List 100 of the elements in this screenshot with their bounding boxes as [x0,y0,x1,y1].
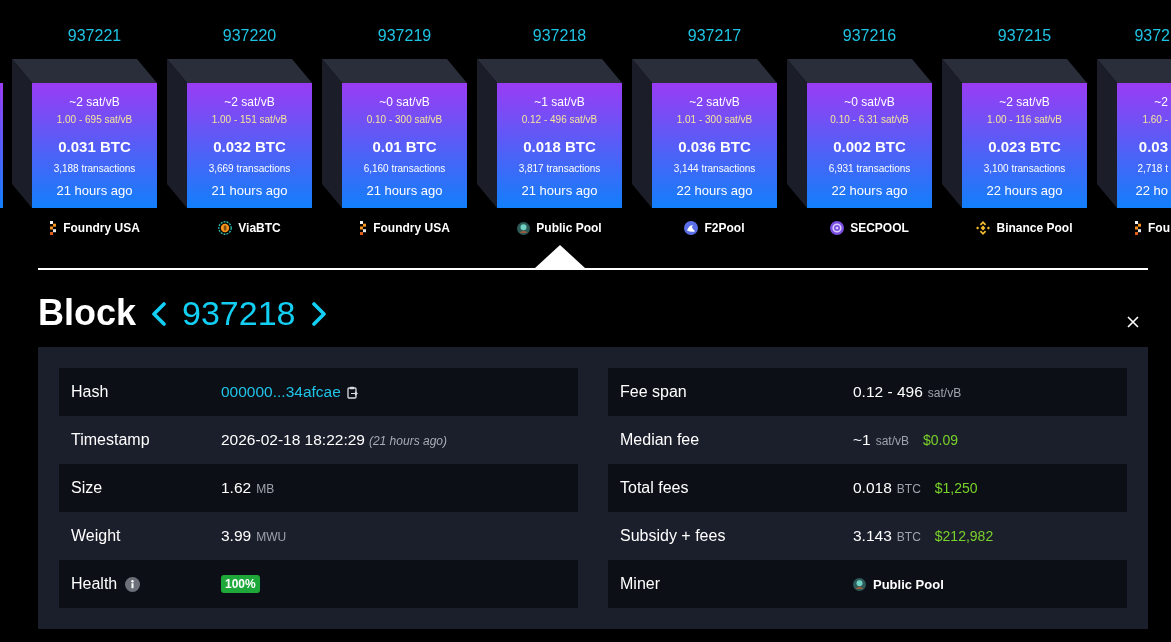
block-cube[interactable] [167,59,312,208]
block-time: 22 hours ago [986,183,1063,199]
block-height-link[interactable]: 9372 [1134,26,1170,46]
total-fees: 0.031 BTC [58,138,131,156]
block-height-link[interactable]: 937219 [377,26,432,46]
median-fee: ~0 sat/vB [379,95,430,109]
miner-name[interactable]: Public Pool [536,220,602,236]
dots-logo-icon [1134,221,1142,235]
transaction-count: 2,718 t [1137,162,1168,175]
row-label: Size [71,479,103,497]
relative-time: (21 hours ago) [368,434,447,448]
row-value: ~1 [853,431,871,449]
block-height-link[interactable]: 937220 [222,26,277,46]
block-cube[interactable] [12,59,157,208]
block-time: 21 hours ago [56,183,133,199]
total-fees: 0.036 BTC [678,138,751,156]
previous-block-button[interactable] [151,302,168,326]
row-value: 3.99 [221,527,252,545]
transaction-count: 3,188 transactions [53,162,136,175]
total-fees: 0.01 BTC [372,138,437,156]
transaction-count: 3,669 transactions [208,162,291,175]
dots-logo-icon [49,221,58,235]
copy-icon[interactable] [346,385,358,399]
row-label: Hash [71,383,109,401]
row-label: Weight [71,527,121,545]
block-time: 21 hours ago [366,183,443,199]
block-cube[interactable] [942,59,1087,208]
coin-logo-icon [218,221,233,235]
miner-name[interactable]: ViaBTC [238,220,281,236]
health-badge: 100% [221,575,260,593]
row-label: Miner [620,575,660,593]
block-height-link[interactable]: 937216 [842,26,897,46]
unit-label: MB [256,482,275,496]
row-label: Timestamp [71,431,150,449]
chevron-right-icon [310,302,327,326]
transaction-count: 3,144 transactions [673,162,756,175]
block-time: 21 hours ago [211,183,288,199]
median-fee: ~1 sat/vB [534,95,585,109]
block-cube[interactable] [477,59,622,208]
info-icon[interactable] [125,576,141,592]
dots-logo-icon [359,221,368,235]
fee-range: 1.00 - 695 sat/vB [56,113,133,126]
total-fees: 0.018 BTC [523,138,596,156]
miner-name[interactable]: Foundry USA [373,220,450,236]
row-label: Subsidy + fees [620,527,726,545]
round-logo-icon [517,221,531,235]
row-value: 3.143 [853,527,892,545]
block-height-link[interactable]: 937217 [687,26,742,46]
transaction-count: 3,100 transactions [983,162,1066,175]
detail-block-height: 937218 [182,293,296,334]
fiat-value: $1,250 [934,480,978,496]
wave-logo-icon [684,221,699,235]
fee-range: 0.12 - 496 sat/vB [521,113,598,126]
row-label: Total fees [620,479,689,497]
median-fee: ~2 sat/vB [69,95,120,109]
block-height-link[interactable]: 937218 [532,26,587,46]
block-time: 22 hours ago [831,183,908,199]
miner-link[interactable]: Public Pool [873,576,944,592]
block-time: 22 ho [1135,183,1168,199]
miner-name[interactable]: Foundry USA [63,220,140,236]
fee-range: 1.60 - [1142,113,1168,126]
block-cube[interactable] [1097,59,1171,208]
fiat-value: $212,982 [934,528,994,544]
block-cube[interactable] [322,59,467,208]
fiat-value: $0.09 [923,432,959,448]
unit-label: BTC [896,530,921,544]
fee-range: 0.10 - 300 sat/vB [366,113,443,126]
median-fee: ~2 sat/vB [689,95,740,109]
median-fee: ~2 sat/vB [224,95,275,109]
total-fees: 0.002 BTC [833,138,906,156]
round-logo-icon [853,577,866,591]
fee-range: 0.10 - 6.31 sat/vB [830,113,909,126]
chevron-left-icon [151,302,168,326]
miner-name[interactable]: F2Pool [704,220,745,236]
unit-label: BTC [896,482,921,496]
median-fee: ~2 sat/vB [999,95,1050,109]
row-label: Fee span [620,383,687,401]
next-block-button[interactable] [310,302,327,326]
close-button[interactable] [1127,316,1139,328]
row-label: Health [71,575,118,593]
median-fee: ~0 sat/vB [844,95,895,109]
close-icon [1127,316,1139,328]
block-time: 21 hours ago [521,183,598,199]
row-value: 0.12 - 496 [853,383,923,401]
total-fees: 0.023 BTC [988,138,1061,156]
block-cube[interactable] [787,59,932,208]
median-fee: ~2 [1154,95,1168,109]
block-height-link[interactable]: 937221 [67,26,122,46]
block-height-link[interactable]: 937215 [997,26,1052,46]
miner-name[interactable]: SECPOOL [850,220,909,236]
block-cube[interactable] [632,59,777,208]
transaction-count: 6,160 transactions [363,162,446,175]
fee-range: 1.00 - 116 sat/vB [987,113,1062,126]
ring-logo-icon [830,221,845,235]
row-value: 1.62 [221,479,252,497]
hash-link[interactable]: 000000...34afcae [221,383,341,401]
detail-title: Block [38,291,137,335]
miner-name[interactable]: Binance Pool [996,220,1073,236]
miner-name[interactable]: Fou [1148,220,1170,236]
unit-label: sat/vB [927,386,962,400]
